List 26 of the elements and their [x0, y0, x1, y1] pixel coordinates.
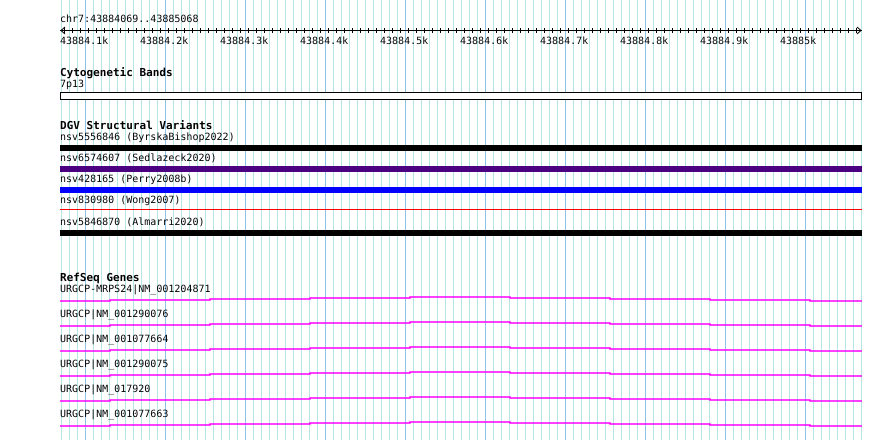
tick-label: 43884.1k [60, 36, 110, 47]
variant-label: nsv5556846 (ByrskaBishop2022) [60, 132, 235, 144]
variant-label: nsv830980 (Wong2007) [60, 195, 180, 207]
tick-label: 43884.5k [380, 36, 430, 47]
tick-label: 43884.9k [700, 36, 750, 47]
track-title: Cytogenetic Bands [60, 67, 173, 79]
tick-label: 43885k [780, 36, 818, 47]
track-title: RefSeq Genes [60, 272, 140, 284]
tick-label: 43884.7k [540, 36, 590, 47]
tick-label: 43884.2k [140, 36, 190, 47]
gene-label: URGCP|NM_001077663 [60, 409, 168, 421]
tick-label: 43884.3k [220, 36, 270, 47]
band-label: 7p13 [60, 79, 84, 91]
gene-label: URGCP|NM_017920 [60, 384, 150, 396]
gene-label: URGCP-MRPS24|NM_001204871 [60, 284, 211, 296]
variant-label: nsv6574607 (Sedlazeck2020) [60, 153, 217, 165]
variant-label: nsv5846870 (Almarri2020) [60, 217, 204, 229]
gene-label: URGCP|NM_001290075 [60, 359, 168, 371]
gene-label: URGCP|NM_001077664 [60, 334, 168, 346]
tick-label: 43884.8k [620, 36, 670, 47]
position-label: chr7:43884069..43885068 [60, 14, 200, 26]
gene-label: URGCP|NM_001290076 [60, 309, 168, 321]
track-title: DGV Structural Variants [60, 120, 212, 132]
tick-label: 43884.6k [460, 36, 510, 47]
tick-label: 43884.4k [300, 36, 350, 47]
variant-label: nsv428165 (Perry2008b) [60, 174, 192, 186]
